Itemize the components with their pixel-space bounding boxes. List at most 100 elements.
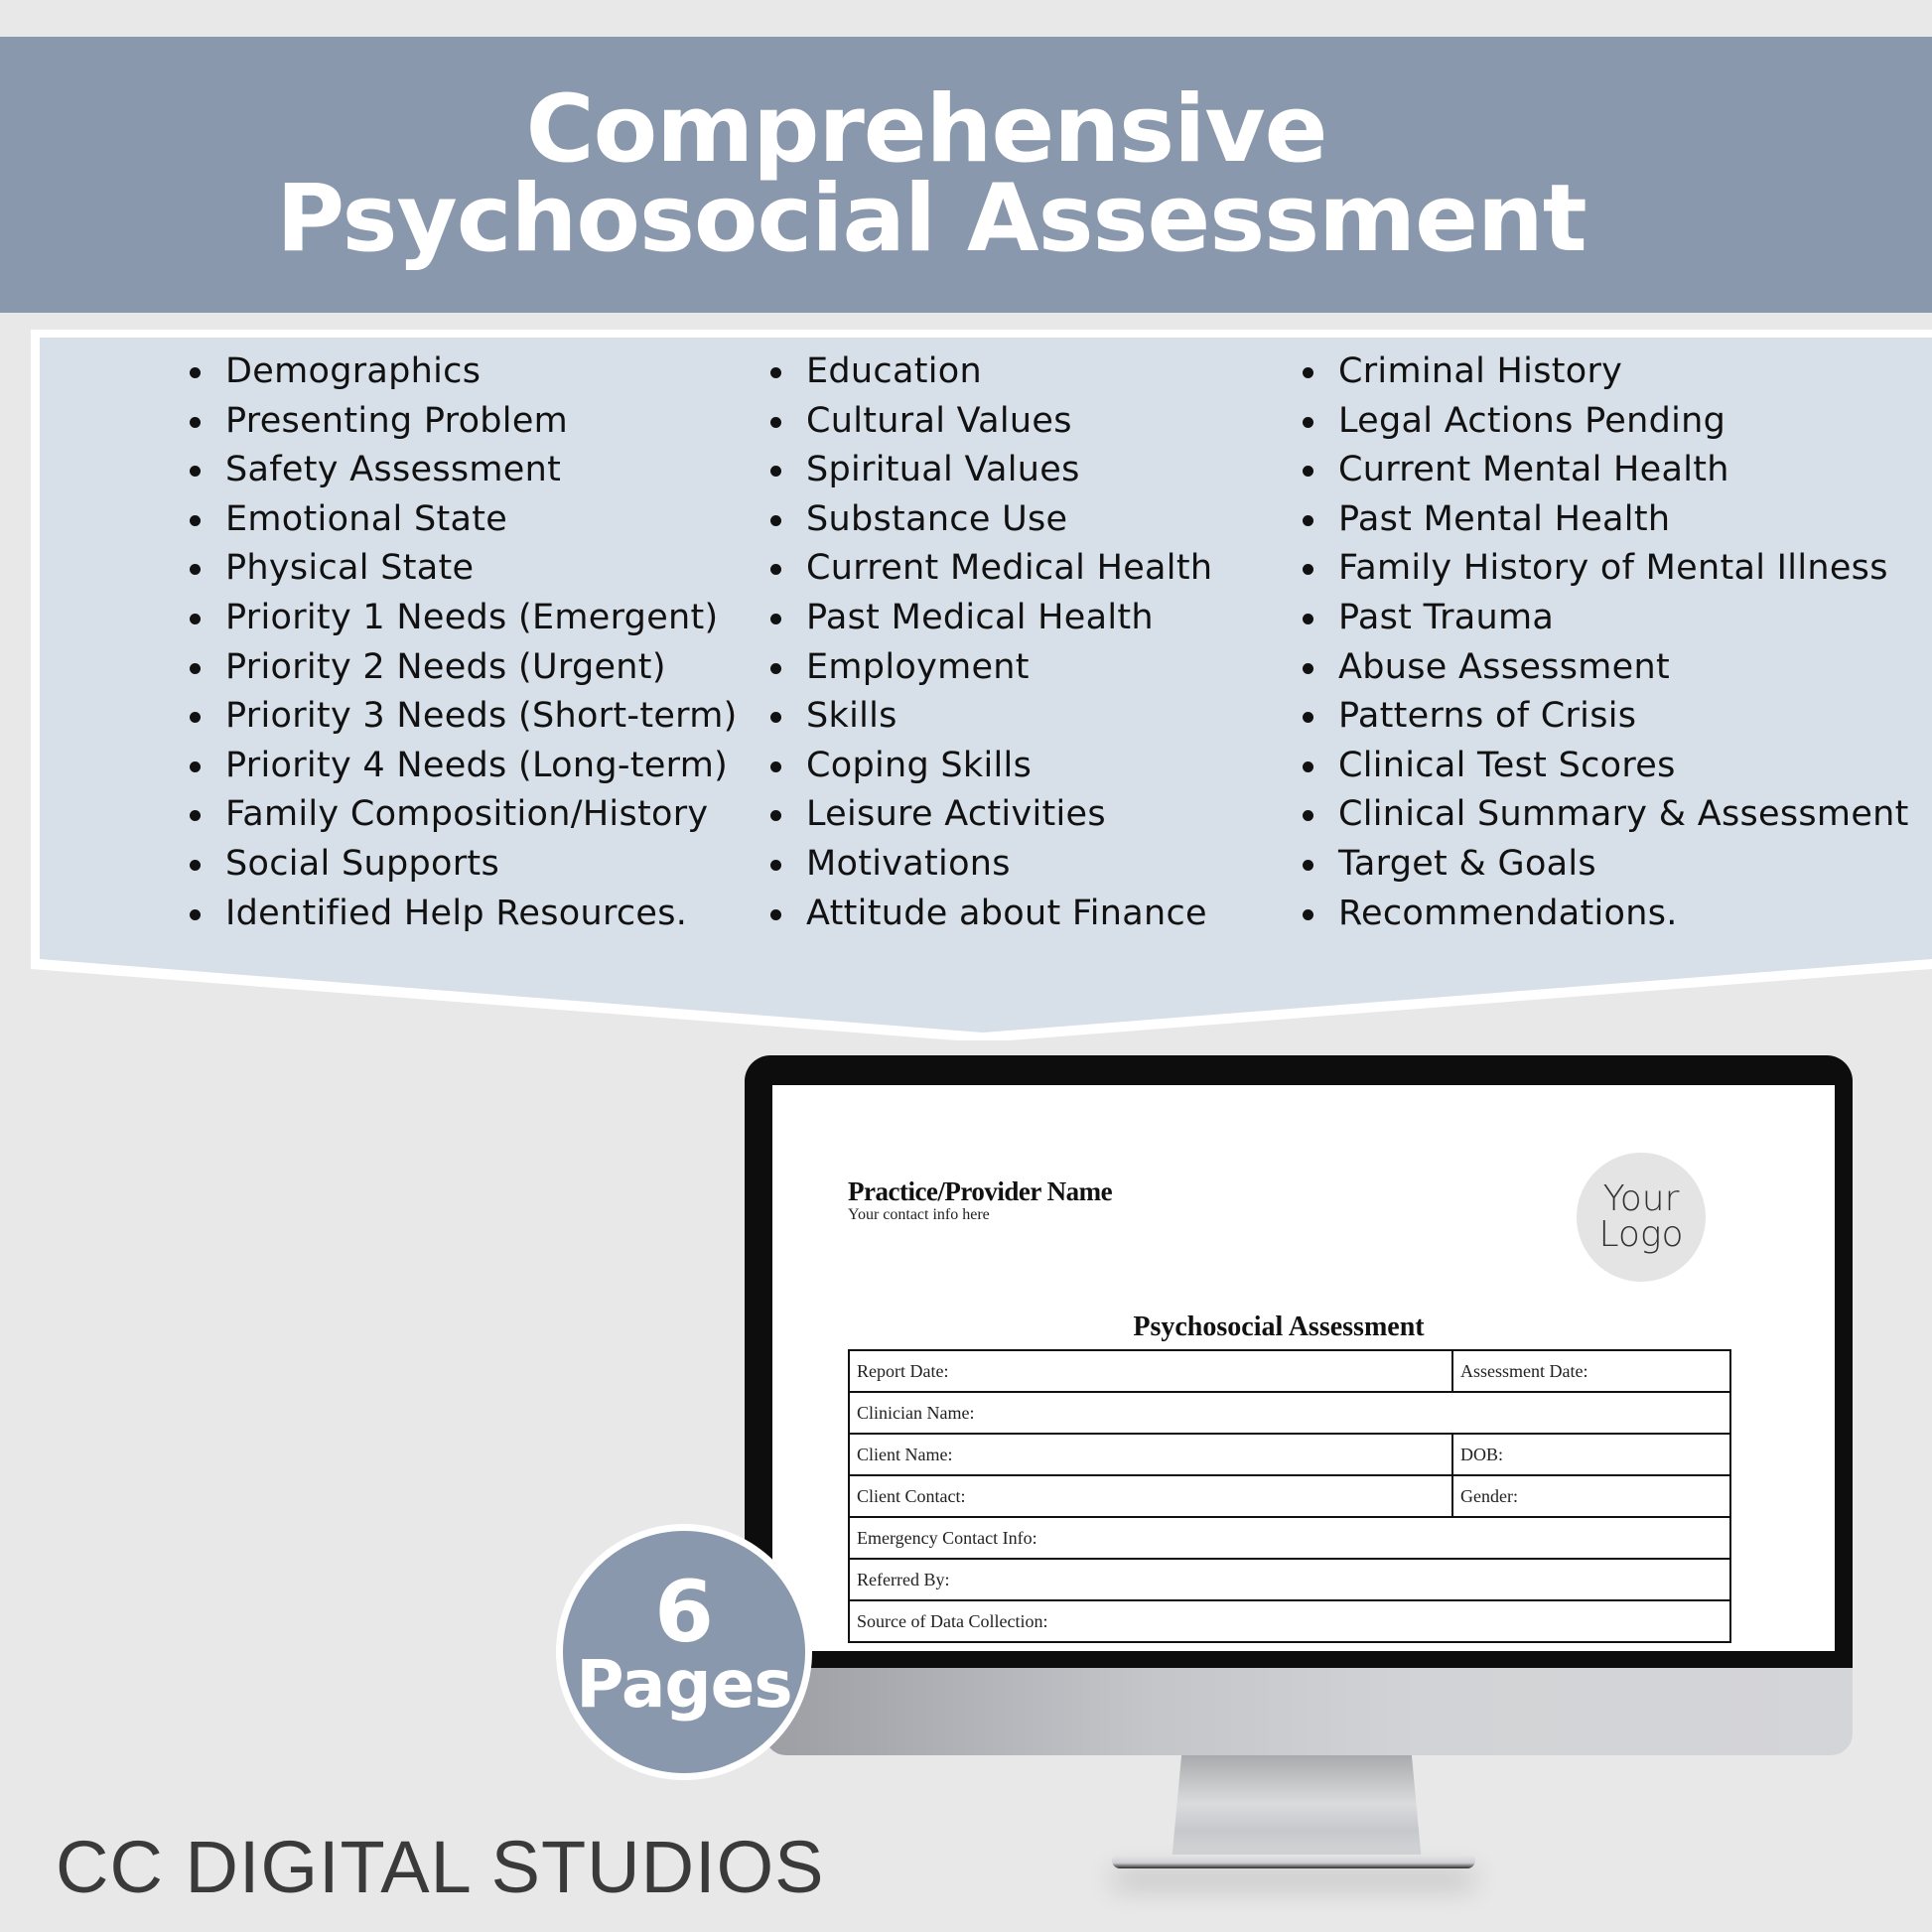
bullet-icon [190, 466, 201, 478]
feature-label: Emotional State [225, 498, 508, 539]
feature-label: Demographics [225, 351, 482, 391]
emergency-contact-field[interactable]: Emergency Contact Info: [848, 1516, 1731, 1560]
clinician-name-field[interactable]: Clinician Name: [848, 1391, 1731, 1435]
feature-label: Skills [806, 696, 897, 737]
title-banner: Comprehensive Psychosocial Assessment [0, 37, 1932, 313]
monitor-foot [1112, 1855, 1475, 1868]
feature-item: Priority 3 Needs (Short-term) [190, 692, 738, 742]
feature-label: Clinical Test Scores [1338, 745, 1676, 785]
pages-count: 6 [654, 1563, 714, 1662]
bullet-icon [1303, 859, 1313, 871]
logo-text-1: Your [1602, 1178, 1680, 1219]
provider-contact: Your contact info here [848, 1206, 990, 1223]
client-name-field[interactable]: Client Name: [848, 1433, 1453, 1476]
feature-label: Past Medical Health [806, 597, 1154, 637]
feature-item: Attitude about Finance [770, 890, 1212, 939]
feature-label: Family Composition/History [225, 794, 709, 835]
feature-item: Social Supports [190, 840, 738, 890]
monitor-chin [764, 1668, 1853, 1755]
bullet-icon [1303, 613, 1313, 624]
feature-item: Legal Actions Pending [1303, 397, 1909, 447]
feature-item: Priority 2 Needs (Urgent) [190, 643, 738, 693]
feature-item: Cultural Values [770, 397, 1212, 447]
bullet-icon [190, 810, 201, 822]
feature-item: Priority 4 Needs (Long-term) [190, 742, 738, 791]
bullet-icon [190, 416, 201, 428]
feature-label: Substance Use [806, 498, 1068, 539]
bullet-icon [770, 613, 781, 624]
feature-label: Priority 2 Needs (Urgent) [225, 646, 666, 687]
feature-label: Family History of Mental Illness [1338, 548, 1888, 589]
feature-item: Safety Assessment [190, 446, 738, 495]
bullet-icon [190, 514, 201, 526]
feature-item: Skills [770, 692, 1212, 742]
feature-item: Patterns of Crisis [1303, 692, 1909, 742]
features-list: Demographics Presenting Problem Safety Ass… [0, 347, 1932, 963]
feature-label: Cultural Values [806, 400, 1072, 441]
feature-label: Current Mental Health [1338, 450, 1729, 490]
bullet-icon [190, 613, 201, 624]
brand-name: CC DIGITAL STUDIOS [56, 1826, 825, 1908]
form-row: Client Contact: Gender: [848, 1474, 1731, 1518]
feature-item: Current Mental Health [1303, 446, 1909, 495]
bullet-icon [1303, 760, 1313, 772]
feature-label: Motivations [806, 843, 1011, 884]
bullet-icon [1303, 908, 1313, 920]
feature-label: Past Mental Health [1338, 498, 1671, 539]
assessment-form: Report Date: Assessment Date: Clinician … [848, 1349, 1731, 1643]
features-column-2: Education Cultural Values Spiritual Values… [770, 347, 1212, 938]
bullet-icon [1303, 712, 1313, 724]
feature-item: Coping Skills [770, 742, 1212, 791]
bullet-icon [770, 908, 781, 920]
feature-label: Safety Assessment [225, 450, 562, 490]
feature-item: Priority 1 Needs (Emergent) [190, 594, 738, 643]
feature-label: Physical State [225, 548, 475, 589]
pages-label: Pages [576, 1646, 792, 1723]
form-row: Source of Data Collection: [848, 1599, 1731, 1643]
referred-by-field[interactable]: Referred By: [848, 1558, 1731, 1601]
feature-label: Priority 4 Needs (Long-term) [225, 745, 729, 785]
bullet-icon [190, 367, 201, 378]
client-contact-field[interactable]: Client Contact: [848, 1474, 1453, 1518]
bullet-icon [1303, 810, 1313, 822]
feature-label: Employment [806, 646, 1030, 687]
feature-item: Motivations [770, 840, 1212, 890]
form-row: Emergency Contact Info: [848, 1516, 1731, 1560]
bullet-icon [770, 662, 781, 674]
source-of-data-field[interactable]: Source of Data Collection: [848, 1599, 1731, 1643]
report-date-field[interactable]: Report Date: [848, 1349, 1453, 1393]
bullet-icon [1303, 662, 1313, 674]
assessment-date-field[interactable]: Assessment Date: [1451, 1349, 1731, 1393]
gender-field[interactable]: Gender: [1451, 1474, 1731, 1518]
monitor-screen: Practice/Provider Name Your contact info… [772, 1085, 1835, 1651]
feature-item: Demographics [190, 347, 738, 397]
feature-item: Emotional State [190, 495, 738, 545]
feature-item: Employment [770, 643, 1212, 693]
document-title: Psychosocial Assessment [1133, 1311, 1425, 1342]
feature-label: Social Supports [225, 843, 499, 884]
feature-item: Clinical Summary & Assessment [1303, 790, 1909, 840]
bullet-icon [190, 908, 201, 920]
dob-field[interactable]: DOB: [1451, 1433, 1731, 1476]
feature-item: Leisure Activities [770, 790, 1212, 840]
feature-label: Leisure Activities [806, 794, 1106, 835]
feature-item: Past Medical Health [770, 594, 1212, 643]
feature-label: Clinical Summary & Assessment [1338, 794, 1909, 835]
features-column-3: Criminal History Legal Actions Pending Cur… [1303, 347, 1909, 938]
bullet-icon [190, 712, 201, 724]
feature-item: Target & Goals [1303, 840, 1909, 890]
feature-label: Priority 1 Needs (Emergent) [225, 597, 719, 637]
feature-label: Abuse Assessment [1338, 646, 1670, 687]
form-row: Report Date: Assessment Date: [848, 1349, 1731, 1393]
feature-item: Spiritual Values [770, 446, 1212, 495]
feature-label: Presenting Problem [225, 400, 569, 441]
title-line-2: Psychosocial Assessment [276, 165, 1587, 273]
form-row: Client Name: DOB: [848, 1433, 1731, 1476]
feature-item: Substance Use [770, 495, 1212, 545]
provider-name: Practice/Provider Name [848, 1176, 1113, 1206]
feature-item: Recommendations. [1303, 890, 1909, 939]
feature-item: Clinical Test Scores [1303, 742, 1909, 791]
feature-item: Physical State [190, 544, 738, 594]
feature-item: Family History of Mental Illness [1303, 544, 1909, 594]
feature-label: Spiritual Values [806, 450, 1080, 490]
